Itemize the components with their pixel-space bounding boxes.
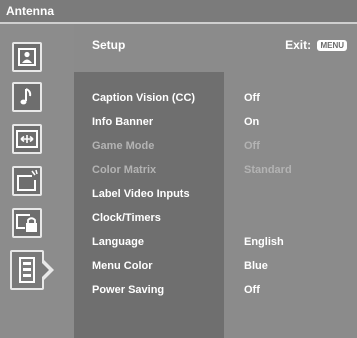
menu-key-badge: MENU [317, 40, 347, 51]
menu-item-label: Power Saving [92, 284, 165, 296]
menu-header: Setup Exit: MENU [74, 24, 357, 72]
menu-item-value: Off [244, 140, 260, 152]
parental-lock-icon[interactable] [12, 208, 42, 238]
menu-item-label: Color Matrix [92, 164, 157, 176]
menu-item-game-mode: Game Mode Off [74, 135, 357, 159]
menu-item-info-banner[interactable]: Info Banner On [74, 111, 357, 135]
menu-item-clock-timers[interactable]: Clock/Timers [74, 207, 357, 231]
input-source-title: Antenna [6, 4, 54, 18]
channel-icon[interactable] [12, 166, 42, 196]
picture-icon[interactable] [12, 42, 42, 72]
menu-item-label: Clock/Timers [92, 212, 161, 224]
menu-item-label: Menu Color [92, 260, 153, 272]
menu-item-value: Off [244, 284, 260, 296]
menu-item-label: Label Video Inputs [92, 188, 190, 200]
menu-item-label: Caption Vision (CC) [92, 92, 196, 104]
menu-item-menu-color[interactable]: Menu Color Blue [74, 255, 357, 279]
screen-icon[interactable] [12, 124, 42, 154]
menu-item-value: Standard [244, 164, 292, 176]
menu-item-caption-vision[interactable]: Caption Vision (CC) Off [74, 87, 357, 111]
selection-pointer-inner [40, 261, 49, 279]
exit-hint: Exit: MENU [285, 38, 347, 52]
menu-item-color-matrix: Color Matrix Standard [74, 159, 357, 183]
menu-item-value: Blue [244, 260, 268, 272]
menu-item-value: Off [244, 92, 260, 104]
menu-item-label-video-inputs[interactable]: Label Video Inputs [74, 183, 357, 207]
sound-icon[interactable] [12, 82, 42, 112]
category-sidebar [0, 24, 74, 338]
menu-item-language[interactable]: Language English [74, 231, 357, 255]
menu-item-label: Game Mode [92, 140, 155, 152]
menu-item-power-saving[interactable]: Power Saving Off [74, 279, 357, 303]
exit-label: Exit: [285, 38, 312, 52]
input-bar: Antenna [0, 0, 357, 24]
menu-item-label: Language [92, 236, 144, 248]
setup-icon[interactable] [10, 250, 44, 290]
page-title: Setup [92, 38, 126, 52]
menu-item-label: Info Banner [92, 116, 154, 128]
menu-item-value: On [244, 116, 260, 128]
menu-item-value: English [244, 236, 284, 248]
tv-osd-menu: Antenna Setup Exit: MENU Caption Vision … [0, 0, 357, 338]
